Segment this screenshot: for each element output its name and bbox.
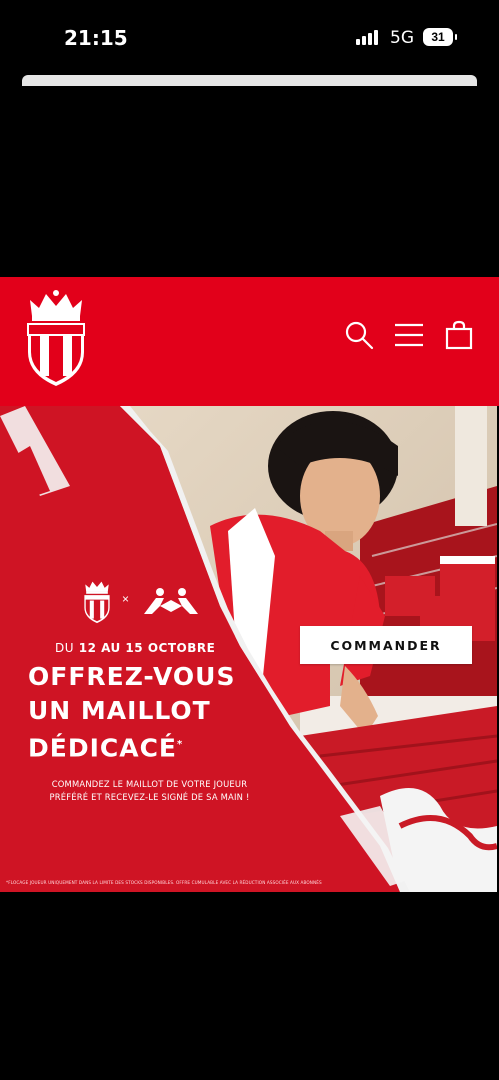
kappa-logo xyxy=(144,588,198,614)
headline-line-1: OFFREZ-VOUS xyxy=(28,662,236,691)
status-time: 21:15 xyxy=(64,26,128,50)
subtext-line-1: COMMANDEZ LE MAILLOT DE VOTRE JOUEUR xyxy=(51,779,248,789)
status-bar: 21:15 5G 31 xyxy=(0,0,499,75)
headline-line-3-text: DÉDICACÉ xyxy=(28,733,178,763)
subtext-line-2: PRÉFÉRÉ ET RECEVEZ-LE SIGNÉ DE SA MAIN ! xyxy=(49,792,250,802)
battery-icon: 31 xyxy=(423,28,457,46)
signal-icon xyxy=(356,29,382,45)
promo-headline: OFFREZ-VOUS UN MAILLOT DÉDICACÉ* xyxy=(28,660,288,765)
promo-subtext: COMMANDEZ LE MAILLOT DE VOTRE JOUEUR PRÉ… xyxy=(22,778,277,804)
promo-banner[interactable]: × DU 12 AU 15 OCTOBRE OFFREZ-VOUS UN MAI… xyxy=(0,406,497,892)
co-brand-logos: × xyxy=(82,578,202,628)
promo-dates: DU 12 AU 15 OCTOBRE xyxy=(55,641,255,655)
menu-icon[interactable] xyxy=(394,320,424,350)
sheet-handle[interactable] xyxy=(22,75,477,86)
headline-asterisk: * xyxy=(177,739,184,750)
club-logo[interactable] xyxy=(24,286,88,388)
network-type: 5G xyxy=(390,28,414,48)
commander-button[interactable]: COMMANDER xyxy=(300,626,472,664)
cart-icon[interactable] xyxy=(444,320,474,350)
headline-line-3: DÉDICACÉ* xyxy=(28,728,288,765)
search-icon[interactable] xyxy=(344,320,374,350)
club-logo-small xyxy=(84,581,110,624)
times-sign: × xyxy=(122,592,130,606)
headline-line-2: UN MAILLOT xyxy=(28,696,211,725)
dates-main: 12 AU 15 OCTOBRE xyxy=(78,641,216,655)
dates-prefix: DU xyxy=(55,641,75,655)
promo-footnote: *FLOCAGE JOUEUR UNIQUEMENT DANS LA LIMIT… xyxy=(6,880,322,885)
